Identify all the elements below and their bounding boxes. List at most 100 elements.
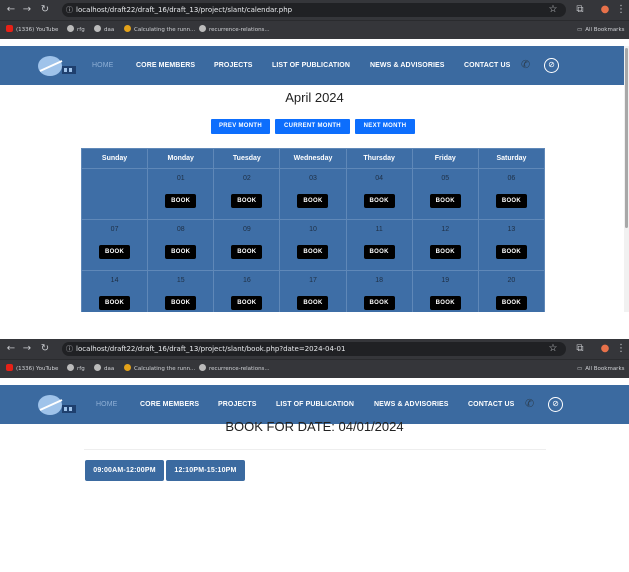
- day-number: 18: [375, 277, 384, 284]
- day-number: 15: [176, 277, 185, 284]
- book-button[interactable]: BOOK: [429, 296, 461, 310]
- site-logo[interactable]: [36, 54, 78, 78]
- day-number: 17: [309, 277, 317, 284]
- book-button[interactable]: BOOK: [231, 245, 263, 259]
- day-number: 01: [176, 175, 185, 182]
- calendar-day-cell: 18 BOOK: [345, 270, 413, 312]
- bookmark-recurrence[interactable]: recurrence-relations...: [199, 25, 270, 36]
- weekday-header-cell: Saturday: [477, 148, 546, 169]
- all-bookmarks[interactable]: ▭ All Bookmarks: [577, 25, 625, 36]
- bookmark-rfg[interactable]: rfg: [67, 364, 85, 375]
- book-button[interactable]: BOOK: [297, 296, 329, 310]
- calendar-day-cell: 07 BOOK: [80, 219, 149, 271]
- nav-home[interactable]: HOME: [92, 46, 113, 85]
- globe-icon: [94, 25, 101, 32]
- bookmark-calculating[interactable]: Calculating the runn...: [124, 25, 195, 36]
- extensions-icon[interactable]: ⧉: [573, 3, 587, 17]
- book-button[interactable]: BOOK: [495, 296, 527, 310]
- day-number: 06: [507, 175, 516, 182]
- book-button[interactable]: BOOK: [165, 296, 197, 310]
- phone-icon[interactable]: ✆: [525, 397, 537, 411]
- bookmark-youtube[interactable]: (1336) YouTube: [6, 364, 58, 375]
- site-info-icon[interactable]: ⓘ: [66, 342, 73, 356]
- next-month-button[interactable]: NEXT MONTH: [355, 119, 415, 134]
- nav-core-members[interactable]: CORE MEMBERS: [136, 46, 195, 85]
- calendar-day-cell: 02 BOOK: [213, 168, 281, 220]
- back-icon[interactable]: ←: [4, 3, 18, 17]
- day-number: 10: [309, 226, 317, 233]
- book-button[interactable]: BOOK: [231, 296, 263, 310]
- forward-icon[interactable]: →: [20, 3, 34, 17]
- nav-contact[interactable]: CONTACT US: [464, 46, 510, 85]
- book-button[interactable]: BOOK: [363, 245, 395, 259]
- current-month-button[interactable]: CURRENT MONTH: [275, 119, 350, 134]
- day-number: 07: [110, 226, 119, 233]
- profile-icon[interactable]: ●: [598, 3, 612, 17]
- booking-title: BOOK FOR DATE: 04/01/2024: [225, 419, 404, 434]
- extensions-icon[interactable]: ⧉: [573, 342, 587, 356]
- book-button[interactable]: BOOK: [99, 296, 131, 310]
- book-button[interactable]: BOOK: [429, 194, 461, 208]
- forward-icon[interactable]: →: [20, 342, 34, 356]
- calendar-day-cell: 08 BOOK: [147, 219, 215, 271]
- menu-icon[interactable]: ⋮: [614, 3, 628, 17]
- book-button[interactable]: BOOK: [297, 245, 329, 259]
- bookmarks-bar: (1336) YouTube rfg daa Calculating the r…: [0, 20, 629, 39]
- scrollbar-thumb[interactable]: [625, 48, 628, 228]
- weekday-header-cell: Wednesday: [279, 148, 347, 169]
- nav-publications[interactable]: LIST OF PUBLICATION: [272, 46, 350, 85]
- notifications-off-icon[interactable]: ⊘: [548, 397, 563, 412]
- globe-icon: [67, 364, 74, 371]
- calendar-day-cell: 17 BOOK: [279, 270, 347, 312]
- calendar-week-row: 07 BOOK 08 BOOK 09 BOOK 10 BOOK 11 BOOK 12 BOOK 13 BO…: [80, 219, 546, 271]
- bookmark-recurrence[interactable]: recurrence-relations...: [199, 364, 270, 375]
- weekday-header-cell: Monday: [147, 148, 215, 169]
- calendar-day-cell: 13 BOOK: [477, 219, 546, 271]
- phone-icon[interactable]: ✆: [521, 58, 533, 72]
- book-button[interactable]: BOOK: [495, 194, 527, 208]
- day-number: 16: [242, 277, 251, 284]
- address-bar[interactable]: ⓘ localhost/draft22/draft_16/draft_13/pr…: [62, 342, 566, 356]
- calendar-day-cell: 14 BOOK: [80, 270, 149, 312]
- time-slot-button[interactable]: 09:00AM-12:00PM: [85, 460, 164, 481]
- site-info-icon[interactable]: ⓘ: [66, 3, 73, 17]
- bookmark-daa[interactable]: daa: [94, 25, 114, 36]
- page-scrollbar[interactable]: [624, 46, 629, 312]
- bookmarks-bar: (1336) YouTube rfg daa Calculating the r…: [0, 359, 629, 378]
- book-button[interactable]: BOOK: [165, 194, 197, 208]
- bookmark-rfg[interactable]: rfg: [67, 25, 85, 36]
- address-bar[interactable]: ⓘ localhost/draft22/draft_16/draft_13/pr…: [62, 3, 566, 17]
- weekday-header-cell: Sunday: [80, 148, 149, 169]
- book-button[interactable]: BOOK: [495, 245, 527, 259]
- day-number: 04: [375, 175, 384, 182]
- profile-icon[interactable]: ●: [598, 342, 612, 356]
- bookmark-calculating[interactable]: Calculating the runn...: [124, 364, 195, 375]
- globe-icon: [94, 364, 101, 371]
- bookmark-daa[interactable]: daa: [94, 364, 114, 375]
- book-button[interactable]: BOOK: [363, 194, 395, 208]
- calendar-day-cell: 06 BOOK: [477, 168, 546, 220]
- day-number: 02: [242, 175, 251, 182]
- calendar-day-cell: 15 BOOK: [147, 270, 215, 312]
- book-button[interactable]: BOOK: [231, 194, 263, 208]
- notifications-off-icon[interactable]: ⊘: [544, 58, 559, 73]
- book-button[interactable]: BOOK: [165, 245, 197, 259]
- site-logo[interactable]: [36, 393, 78, 417]
- menu-icon[interactable]: ⋮: [614, 342, 628, 356]
- book-button[interactable]: BOOK: [99, 245, 131, 259]
- book-button[interactable]: BOOK: [363, 296, 395, 310]
- nav-news[interactable]: NEWS & ADVISORIES: [370, 46, 445, 85]
- nav-projects[interactable]: PROJECTS: [214, 46, 253, 85]
- star-icon[interactable]: ☆: [546, 342, 560, 356]
- book-button[interactable]: BOOK: [297, 194, 329, 208]
- all-bookmarks[interactable]: ▭ All Bookmarks: [577, 364, 625, 375]
- reload-icon[interactable]: ↻: [38, 342, 52, 356]
- youtube-icon: [6, 364, 13, 371]
- time-slot-button[interactable]: 12:10PM-15:10PM: [166, 460, 245, 481]
- prev-month-button[interactable]: PREV MONTH: [211, 119, 270, 134]
- book-button[interactable]: BOOK: [429, 245, 461, 259]
- star-icon[interactable]: ☆: [546, 3, 560, 17]
- reload-icon[interactable]: ↻: [38, 3, 52, 17]
- back-icon[interactable]: ←: [4, 342, 18, 356]
- bookmark-youtube[interactable]: (1336) YouTube: [6, 25, 58, 36]
